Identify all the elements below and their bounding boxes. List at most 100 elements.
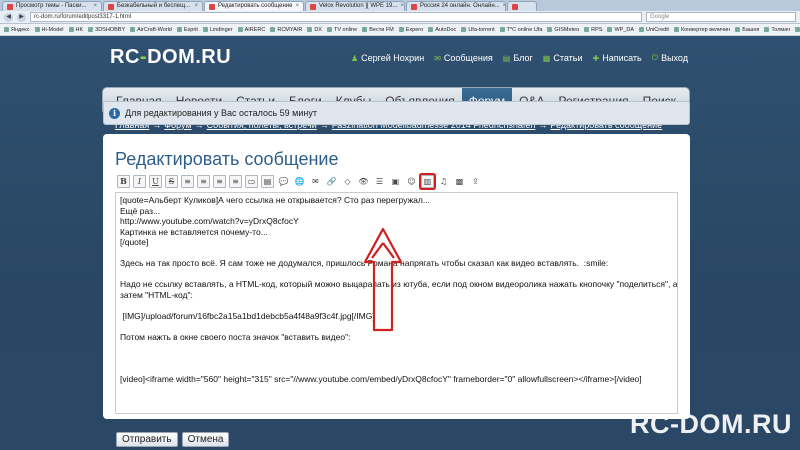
- bookmark-item[interactable]: AutoDoc: [428, 27, 456, 33]
- browser-tab[interactable]: Безкабельный и беспещ... ×: [103, 1, 203, 11]
- site-logo[interactable]: RC-DOM.RU: [110, 46, 231, 69]
- bookmark-favicon-icon: [584, 27, 590, 32]
- bookmark-favicon-icon: [461, 27, 467, 32]
- bookmark-item[interactable]: Hi-Model: [34, 27, 64, 33]
- bookmark-item[interactable]: Ufa-torrent: [461, 27, 495, 33]
- email-icon[interactable]: ✉: [309, 175, 322, 188]
- tab-close-icon[interactable]: ×: [400, 2, 404, 11]
- tab-close-icon[interactable]: ×: [93, 2, 97, 11]
- spoiler-icon[interactable]: ▤: [261, 175, 274, 188]
- bookmark-label: Башня: [742, 26, 760, 33]
- user-link-user[interactable]: ♟ Сергей Нохрин: [351, 53, 424, 63]
- bookmark-item[interactable]: 3DSHOBBY: [88, 27, 125, 33]
- forward-icon[interactable]: ▶: [17, 12, 26, 22]
- bookmarks-bar: Яндекс Hi-Model HK 3DSHOBBY AirCraft-World Es…: [0, 24, 800, 36]
- browser-tab[interactable]: Velox Revolution ][ WPE 19... ×: [305, 1, 405, 11]
- align-left-icon[interactable]: ≡: [181, 175, 194, 188]
- edit-panel: Редактировать сообщение B I U S ≡ ≡ ≡ ≡ ▭ ▤ 💬 🌐 ✉ 🔗 ◇ 👁…: [103, 134, 690, 419]
- bookmark-item[interactable]: RCMYAIR: [270, 27, 302, 33]
- bookmark-label: AutoDoc: [435, 26, 457, 33]
- bookmark-item[interactable]: D-Link: [795, 27, 800, 33]
- quote-icon[interactable]: 💬: [277, 175, 290, 188]
- editor-line: http://www.youtube.com/watch?v=yDrxQ8cfo…: [120, 216, 299, 226]
- browser-tab[interactable]: [507, 1, 537, 11]
- bookmark-item[interactable]: AIRERC: [237, 27, 265, 33]
- align-center-icon[interactable]: ≡: [197, 175, 210, 188]
- blog-icon: ▤: [502, 53, 511, 63]
- bookmark-label: Esprit: [183, 26, 198, 33]
- browser-tab[interactable]: Россия 24 онлайн. Онлайн... ×: [406, 1, 506, 11]
- preview-icon[interactable]: 👁: [357, 175, 370, 188]
- bookmark-item[interactable]: Толмач: [764, 27, 790, 33]
- bookmark-item[interactable]: T*C online Ufa: [499, 26, 543, 33]
- bookmark-item[interactable]: Конвертер величин: [673, 27, 730, 33]
- bookmark-label: AirCraft-World: [137, 26, 172, 33]
- bookmark-item[interactable]: Яндекс: [4, 27, 30, 33]
- browser-search-input[interactable]: Google: [646, 12, 796, 22]
- notice-text: Для редактирования у Вас осталось 59 мин…: [125, 108, 317, 118]
- bookmark-item[interactable]: Вести FM: [362, 27, 394, 33]
- bookmark-item[interactable]: WP_DA: [607, 27, 634, 33]
- editor-line: Потом нажть в окне своего поста значок "…: [120, 331, 351, 342]
- tab-close-icon[interactable]: ×: [503, 2, 505, 11]
- bookmark-favicon-icon: [673, 27, 679, 32]
- smiley-icon[interactable]: ☺: [405, 175, 418, 188]
- bookmark-item[interactable]: UniCredit: [639, 27, 669, 33]
- bookmark-label: T*C online Ufa: [506, 26, 543, 33]
- user-link-envelope[interactable]: ✉ Сообщения: [434, 53, 493, 63]
- user-link-articles[interactable]: ▦ Статьи: [543, 53, 583, 63]
- back-icon[interactable]: ◀: [4, 12, 13, 22]
- bookmark-item[interactable]: GISMeteo: [547, 27, 579, 33]
- list-icon[interactable]: ☰: [373, 175, 386, 188]
- bookmark-item[interactable]: Lindinger: [202, 27, 233, 33]
- user-link-logout[interactable]: ⏻ Выход: [652, 53, 688, 63]
- bookmark-favicon-icon: [764, 27, 770, 32]
- browser-tab[interactable]: Просмотр темы - Паски... ×: [2, 1, 102, 11]
- picture-icon[interactable]: ▩: [453, 175, 466, 188]
- video-icon[interactable]: ▥: [421, 175, 434, 188]
- bookmark-item[interactable]: RPS: [584, 27, 602, 33]
- underline-icon[interactable]: U: [149, 175, 162, 188]
- tab-favicon-icon: [209, 3, 215, 10]
- bookmark-label: Expero: [405, 26, 424, 33]
- bookmark-favicon-icon: [607, 27, 613, 32]
- align-right-icon[interactable]: ≡: [213, 175, 226, 188]
- tab-favicon-icon: [7, 3, 13, 10]
- browser-tab-bar: Просмотр темы - Паски... × Безкабельный и …: [0, 0, 800, 11]
- bookmark-label: UniCredit: [646, 26, 669, 33]
- bookmark-item[interactable]: TV online: [326, 27, 357, 33]
- bookmark-item[interactable]: Expero: [398, 26, 424, 33]
- user-link-label: Написать: [602, 53, 642, 63]
- bookmark-favicon-icon: [88, 27, 94, 32]
- link-icon[interactable]: 🔗: [325, 175, 338, 188]
- bookmark-item[interactable]: DX: [307, 27, 322, 33]
- bookmark-item[interactable]: HK: [68, 27, 83, 33]
- browser-tab[interactable]: Редактировать сообщение ×: [204, 1, 304, 11]
- user-link-blog[interactable]: ▤ Блог: [503, 53, 533, 63]
- cancel-button[interactable]: Отмена: [181, 432, 230, 447]
- bookmark-item[interactable]: Esprit: [176, 26, 198, 33]
- bookmark-item[interactable]: Башня: [735, 27, 759, 33]
- bold-icon[interactable]: B: [117, 175, 130, 188]
- justify-icon[interactable]: ≡: [229, 175, 242, 188]
- image-icon[interactable]: ▣: [389, 175, 402, 188]
- user-icon: ♟: [350, 53, 359, 63]
- tab-close-icon[interactable]: ×: [194, 2, 198, 11]
- strikethrough-icon[interactable]: S: [165, 175, 178, 188]
- user-link-write[interactable]: ✚ Написать: [593, 53, 642, 63]
- code-icon[interactable]: ▭: [245, 175, 258, 188]
- music-icon[interactable]: ♫: [437, 175, 450, 188]
- bookmark-label: RPS: [591, 26, 603, 33]
- bookmark-item[interactable]: AirCraft-World: [130, 27, 172, 33]
- bookmark-label: Вести FM: [369, 26, 394, 33]
- address-bar[interactable]: rc-dom.ru/forum/editpost3317-1.html: [30, 12, 642, 22]
- html-icon[interactable]: ◇: [341, 175, 354, 188]
- upload-icon[interactable]: ⇪: [469, 175, 482, 188]
- tab-close-icon[interactable]: ×: [296, 2, 300, 11]
- italic-icon[interactable]: I: [133, 175, 146, 188]
- globe-icon[interactable]: 🌐: [293, 175, 306, 188]
- tab-label: Россия 24 онлайн. Онлайн...: [420, 3, 500, 9]
- bookmark-favicon-icon: [499, 27, 505, 32]
- submit-button[interactable]: Отправить: [116, 432, 178, 447]
- message-textarea[interactable]: [quote=Альберт Куликов]А чего ссылка не …: [115, 192, 678, 414]
